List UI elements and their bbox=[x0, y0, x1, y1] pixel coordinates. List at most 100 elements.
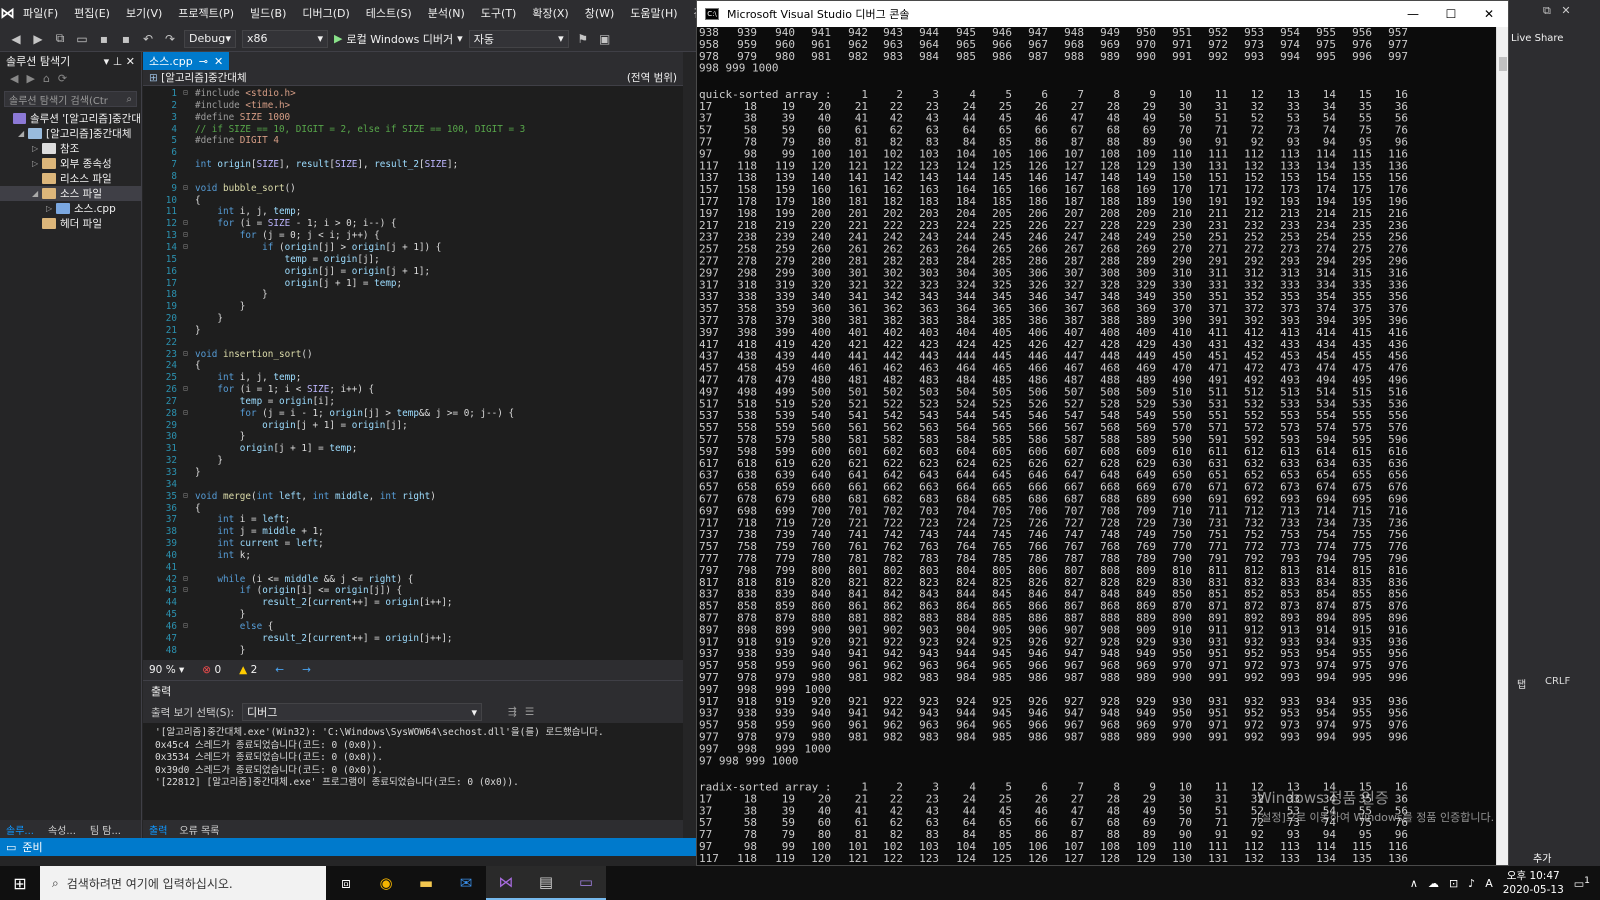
volume-icon[interactable]: ♪ bbox=[1468, 877, 1475, 890]
tab-source-cpp[interactable]: 소스.cpp ⊸ ✕ bbox=[143, 52, 230, 70]
solution-bottom-tab[interactable]: 팀 탐... bbox=[84, 820, 127, 838]
minimize-icon[interactable]: — bbox=[1394, 7, 1432, 21]
code-line[interactable]: 31 origin[j + 1] = temp; bbox=[143, 443, 683, 455]
code-line[interactable]: 29 origin[j + 1] = origin[j]; bbox=[143, 420, 683, 432]
menu-item[interactable]: 확장(X) bbox=[524, 5, 576, 21]
menu-item[interactable]: 파일(F) bbox=[15, 5, 66, 21]
expand-icon[interactable]: ◢ bbox=[32, 189, 42, 198]
tray-chevron-icon[interactable]: ∧ bbox=[1410, 877, 1418, 890]
code-line[interactable]: 30 } bbox=[143, 431, 683, 443]
fold-icon[interactable]: ⊟ bbox=[183, 242, 195, 254]
code-line[interactable]: 23 ⊟ void insertion_sort() bbox=[143, 349, 683, 361]
config-select[interactable]: Debug ▾ bbox=[184, 29, 236, 48]
output-tab[interactable]: 출력 bbox=[143, 820, 173, 838]
wrap-icon[interactable]: ☰ bbox=[525, 706, 534, 718]
code-line[interactable]: 5 #define DIGIT 4 bbox=[143, 135, 683, 147]
menu-item[interactable]: 테스트(S) bbox=[358, 5, 420, 21]
menu-item[interactable]: 빌드(B) bbox=[242, 5, 294, 21]
expand-icon[interactable]: ◢ bbox=[18, 129, 28, 138]
code-line[interactable]: 32 } bbox=[143, 455, 683, 467]
code-line[interactable]: 4 // if SIZE == 10, DIGIT = 2, else if SI… bbox=[143, 124, 683, 136]
save-icon[interactable]: ▪ bbox=[96, 31, 112, 47]
forward-icon[interactable]: ▶ bbox=[30, 31, 46, 47]
fold-icon[interactable]: ⊟ bbox=[183, 230, 195, 242]
taskbar-search-input[interactable]: ⌕ 검색하려면 여기에 입력하십시오. bbox=[40, 866, 326, 900]
code-line[interactable]: 10 { bbox=[143, 195, 683, 207]
tool-icon[interactable]: ⚑ bbox=[575, 31, 591, 47]
code-line[interactable]: 24 { bbox=[143, 360, 683, 372]
file-explorer-icon[interactable]: ▬ bbox=[406, 866, 446, 900]
code-line[interactable]: 26 ⊟ for (i = 1; i < SIZE; i++) { bbox=[143, 384, 683, 396]
nav-back-icon[interactable]: ← bbox=[275, 664, 284, 676]
fold-icon[interactable]: ⊟ bbox=[183, 349, 195, 361]
redo-icon[interactable]: ↷ bbox=[162, 31, 178, 47]
zoom-select[interactable]: 90 % ▾ bbox=[149, 664, 184, 676]
fold-icon[interactable]: ⊟ bbox=[183, 183, 195, 195]
start-button[interactable]: ⊞ bbox=[0, 866, 40, 900]
fold-icon[interactable]: ⊟ bbox=[183, 218, 195, 230]
tree-item[interactable]: 리소스 파일 bbox=[0, 171, 141, 186]
code-line[interactable]: 14 ⊟ if (origin[j] > origin[j + 1]) { bbox=[143, 242, 683, 254]
expand-icon[interactable]: ▷ bbox=[46, 204, 56, 213]
save-all-icon[interactable]: ▪ bbox=[118, 31, 134, 47]
back-icon[interactable]: ◀ bbox=[10, 72, 18, 85]
fold-icon[interactable]: ⊟ bbox=[183, 491, 195, 503]
code-line[interactable]: 25 int i, j, temp; bbox=[143, 372, 683, 384]
output-tab[interactable]: 오류 목록 bbox=[173, 820, 225, 838]
clock[interactable]: 오후 10:47 2020-05-13 bbox=[1503, 869, 1564, 897]
code-line[interactable]: 16 origin[j] = origin[j + 1]; bbox=[143, 266, 683, 278]
run-debugger-button[interactable]: ▶ 로컬 Windows 디버거 ▾ bbox=[334, 31, 463, 47]
code-line[interactable]: 12 ⊟ for (i = SIZE - 1; i > 0; i--) { bbox=[143, 218, 683, 230]
tree-item[interactable]: ▷ 소스.cpp bbox=[0, 201, 141, 216]
task-view-icon[interactable]: ⧈ bbox=[326, 866, 366, 900]
code-line[interactable]: 3 #define SIZE 1000 bbox=[143, 112, 683, 124]
code-line[interactable]: 11 int i, j, temp; bbox=[143, 206, 683, 218]
code-line[interactable]: 42 ⊟ while (i <= middle && j <= right) { bbox=[143, 574, 683, 586]
code-line[interactable]: 20 } bbox=[143, 313, 683, 325]
error-count[interactable]: ⊗ 0 bbox=[202, 664, 221, 676]
window-controls[interactable]: ⧉ ✕ bbox=[1543, 4, 1571, 18]
warning-count[interactable]: ▲ 2 bbox=[239, 664, 257, 676]
expand-icon[interactable]: ▷ bbox=[32, 159, 42, 168]
new-project-icon[interactable]: ⧉ bbox=[52, 31, 68, 47]
code-line[interactable]: 34 bbox=[143, 479, 683, 491]
menu-item[interactable]: 도구(T) bbox=[473, 5, 525, 21]
tree-item[interactable]: 헤더 파일 bbox=[0, 216, 141, 231]
code-line[interactable]: 17 origin[j + 1] = temp; bbox=[143, 278, 683, 290]
fold-icon[interactable]: ⊟ bbox=[183, 88, 195, 100]
code-line[interactable]: 48 } bbox=[143, 645, 683, 657]
console-taskbar-icon[interactable]: ▭ bbox=[566, 866, 606, 900]
console-scrollbar[interactable] bbox=[1496, 27, 1508, 865]
code-line[interactable]: 43 ⊟ if (origin[i] <= origin[j]) { bbox=[143, 585, 683, 597]
fold-icon[interactable]: ⊟ bbox=[183, 574, 195, 586]
code-line[interactable]: 21} bbox=[143, 325, 683, 337]
close-icon[interactable]: ✕ bbox=[214, 55, 223, 68]
code-line[interactable]: 36 { bbox=[143, 503, 683, 515]
code-line[interactable]: 47 result_2[current++] = origin[j++]; bbox=[143, 633, 683, 645]
expand-icon[interactable]: ▷ bbox=[32, 144, 42, 153]
code-line[interactable]: 45 } bbox=[143, 609, 683, 621]
network-icon[interactable]: ⊡ bbox=[1449, 877, 1458, 890]
code-line[interactable]: 35 ⊟ void merge(int left, int middle, int … bbox=[143, 491, 683, 503]
close-icon[interactable]: ✕ bbox=[1470, 7, 1508, 21]
code-area[interactable]: 1 ⊟ #include <stdio.h> 2 #include <time.h> 3 #… bbox=[143, 88, 683, 660]
code-line[interactable]: 1 ⊟ #include <stdio.h> bbox=[143, 88, 683, 100]
back-icon[interactable]: ◀ bbox=[8, 31, 24, 47]
code-line[interactable]: 44 result_2[current++] = origin[i++]; bbox=[143, 597, 683, 609]
fold-icon[interactable]: ⊟ bbox=[183, 384, 195, 396]
code-line[interactable]: 46 ⊟ else { bbox=[143, 621, 683, 633]
tab-indicator[interactable]: 탭 bbox=[1517, 676, 1526, 691]
tree-item[interactable]: ◢ 소스 파일 bbox=[0, 186, 141, 201]
code-line[interactable]: 6 bbox=[143, 147, 683, 159]
code-line[interactable]: 22 bbox=[143, 337, 683, 349]
code-line[interactable]: 7 int origin[SIZE], result[SIZE], result_… bbox=[143, 159, 683, 171]
live-share-button[interactable]: Live Share bbox=[1511, 33, 1563, 44]
chrome-icon[interactable]: ◉ bbox=[366, 866, 406, 900]
pin-close-icons[interactable]: ▾ ⊥ ✕ bbox=[104, 55, 135, 68]
code-line[interactable]: 2 #include <time.h> bbox=[143, 100, 683, 112]
output-source-select[interactable]: 디버그 ▾ bbox=[242, 703, 483, 721]
notification-icon[interactable]: ▭1 bbox=[1574, 875, 1590, 891]
menu-item[interactable]: 창(W) bbox=[577, 5, 623, 21]
fold-icon[interactable]: ⊟ bbox=[183, 621, 195, 633]
code-line[interactable]: 39 int current = left; bbox=[143, 538, 683, 550]
